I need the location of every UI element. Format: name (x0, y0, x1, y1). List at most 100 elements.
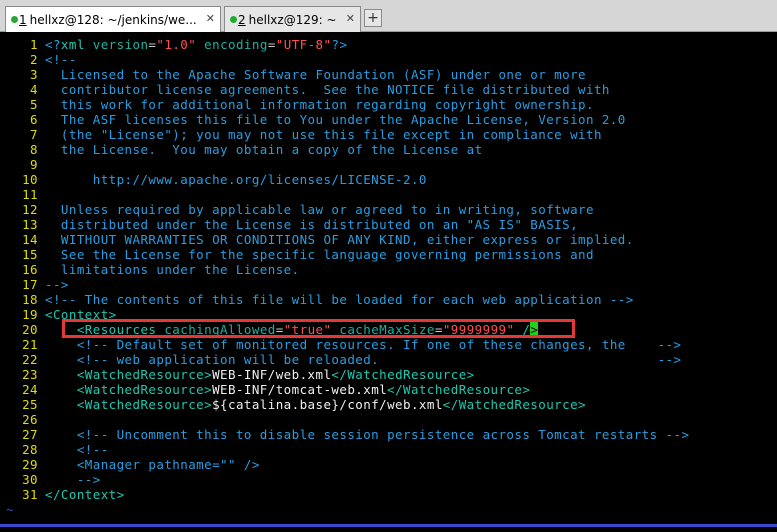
line-number: 20 (22, 322, 38, 337)
code-line: 18 <!-- The contents of this file will be… (0, 292, 777, 307)
code-line: 15 See the License for the specific lang… (0, 247, 777, 262)
connected-status-icon (230, 16, 237, 23)
tab-session-2[interactable]: 2 hellxz@129: ~ ✕ (224, 6, 361, 32)
connected-status-icon (11, 16, 18, 23)
code-line: 16 limitations under the License. (0, 262, 777, 277)
vim-editor[interactable]: 1 <?xml version="1.0" encoding="UTF-8"?> 2… (0, 37, 777, 532)
close-tab-icon[interactable]: ✕ (346, 12, 355, 25)
code-token: the License. You may obtain a copy of th… (45, 142, 483, 157)
code-line: 27 <!-- Uncomment this to disable sessio… (0, 427, 777, 442)
tab-title: hellxz@129: ~ (248, 12, 337, 27)
code-token: <WatchedResource> (76, 382, 213, 397)
code-line: 31 </Context> (0, 487, 777, 502)
code-token: See the License for the specific languag… (45, 247, 594, 262)
code-token: <!-- web application will be reloaded. -… (76, 352, 682, 367)
code-line: 6 The ASF licenses this file to You unde… (0, 112, 777, 127)
code-token: "UTF-8" (275, 37, 332, 52)
line-number: 26 (22, 412, 38, 427)
line-number: 18 (22, 292, 38, 307)
code-token: </Context> (45, 487, 125, 502)
code-token: http://www.apache.org/licenses/LICENSE-2… (45, 172, 427, 187)
code-line: 3 Licensed to the Apache Software Founda… (0, 67, 777, 82)
code-token: xml (60, 37, 85, 52)
code-line: 4 contributor license agreements. See th… (0, 82, 777, 97)
line-number: 27 (22, 427, 38, 442)
code-token: WEB-INF/tomcat-web.xml (212, 382, 388, 397)
line-number: 11 (22, 187, 38, 202)
line-number: 2 (30, 52, 38, 67)
code-token: contributor license agreements. See the … (45, 82, 610, 97)
code-token: <WatchedResource> (76, 367, 213, 382)
code-token: Licensed to the Apache Software Foundati… (45, 67, 586, 82)
tab-number: 2 (238, 12, 246, 27)
code-line: 24 <WatchedResource>WEB-INF/tomcat-web.x… (0, 382, 777, 397)
code-token: <!-- (45, 52, 77, 67)
code-line: 5 this work for additional information r… (0, 97, 777, 112)
code-line: 21 <!-- Default set of monitored resourc… (0, 337, 777, 352)
code-line: 13 distributed under the License is dist… (0, 217, 777, 232)
code-token: </WatchedResource> (442, 397, 586, 412)
line-number: 16 (22, 262, 38, 277)
code-token: --> (45, 277, 69, 292)
code-token: Unless required by applicable law or agr… (45, 202, 594, 217)
code-token: ?> (331, 37, 348, 52)
code-token: distributed under the License is distrib… (45, 217, 579, 232)
line-number: 17 (22, 277, 38, 292)
code-token: ${catalina.base}/conf/web.xml (212, 397, 443, 412)
code-line: 29 <Manager pathname="" /> (0, 457, 777, 472)
close-tab-icon[interactable]: ✕ (206, 12, 215, 25)
line-number: 30 (22, 472, 38, 487)
code-token: <Manager pathname="" /> (76, 457, 260, 472)
code-token: encoding (196, 37, 268, 52)
code-line: 11 (0, 187, 777, 202)
code-token: <!-- (76, 442, 109, 457)
tab-number: 1 (19, 12, 27, 27)
line-number: 7 (30, 127, 38, 142)
line-number: 19 (22, 307, 38, 322)
code-line: 23 <WatchedResource>WEB-INF/web.xml</Wat… (0, 367, 777, 382)
empty-line-marker: ~ (0, 502, 777, 517)
line-number: 9 (30, 157, 38, 172)
code-token: version (84, 37, 149, 52)
new-tab-button[interactable]: + (364, 9, 382, 27)
code-token: WEB-INF/web.xml (212, 367, 332, 382)
code-line: 26 (0, 412, 777, 427)
line-number: 8 (30, 142, 38, 157)
code-token: "1.0" (156, 37, 197, 52)
tab-bar: 1 hellxz@128: ~/jenkins/we... ✕ 2 hellxz… (0, 0, 777, 32)
code-line: 9 (0, 157, 777, 172)
code-token: limitations under the License. (45, 262, 300, 277)
tilde-marker: ~ (6, 502, 14, 517)
line-number: 21 (22, 337, 38, 352)
line-number: 10 (22, 172, 38, 187)
code-token: </WatchedResource> (387, 382, 531, 397)
code-line: 1 <?xml version="1.0" encoding="UTF-8"?> (0, 37, 777, 52)
code-token: this work for additional information reg… (45, 97, 594, 112)
code-token: <!-- Uncomment this to disable session p… (76, 427, 690, 442)
line-number: 15 (22, 247, 38, 262)
line-number: 14 (22, 232, 38, 247)
code-token: --> (76, 472, 101, 487)
line-number: 22 (22, 352, 38, 367)
line-number: 23 (22, 367, 38, 382)
code-line: 2 <!-- (0, 52, 777, 67)
code-token: (the "License"); you may not use this fi… (45, 127, 602, 142)
code-token: <!-- Default set of monitored resources.… (76, 337, 682, 352)
code-line: 30 --> (0, 472, 777, 487)
code-line: 14 WITHOUT WARRANTIES OR CONDITIONS OF A… (0, 232, 777, 247)
tab-session-1[interactable]: 1 hellxz@128: ~/jenkins/we... ✕ (5, 6, 221, 32)
code-line: 12 Unless required by applicable law or … (0, 202, 777, 217)
line-number: 29 (22, 457, 38, 472)
line-number: 4 (30, 82, 38, 97)
code-token: The ASF licenses this file to You under … (45, 112, 626, 127)
line-number: 3 (30, 67, 38, 82)
line-number: 25 (22, 397, 38, 412)
code-token: <!-- The contents of this file will be l… (45, 292, 634, 307)
